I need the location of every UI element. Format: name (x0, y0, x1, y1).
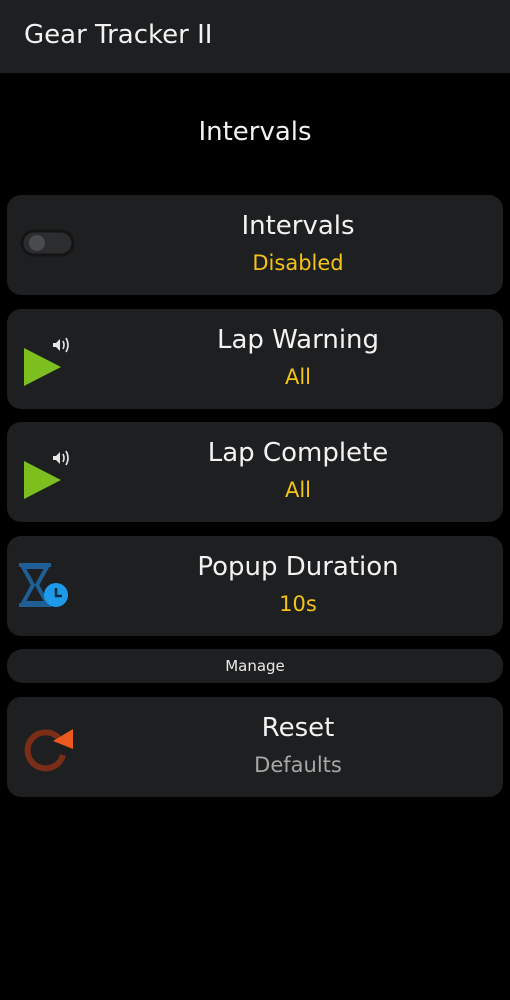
intervals-text: Intervals Disabled (87, 208, 509, 279)
intervals-label: Intervals (241, 211, 355, 241)
manage-button[interactable]: Manage (7, 649, 503, 683)
page-title: Intervals (198, 117, 312, 147)
popup-duration-value: 10s (279, 592, 317, 616)
app-title: Gear Tracker II (24, 20, 213, 50)
intervals-setting-card[interactable]: Intervals Disabled (7, 195, 503, 295)
reset-value: Defaults (254, 753, 342, 777)
lap-complete-label: Lap Complete (207, 438, 389, 468)
popup-duration-label: Popup Duration (197, 552, 399, 582)
popup-duration-setting-card[interactable]: Popup Duration 10s (7, 536, 503, 636)
popup-duration-text: Popup Duration 10s (87, 549, 509, 620)
reset-setting-card[interactable]: Reset Defaults (7, 697, 503, 797)
lap-warning-setting-card[interactable]: Lap Warning All (7, 309, 503, 409)
reset-text: Reset Defaults (87, 710, 509, 781)
lap-complete-value: All (284, 478, 312, 502)
reset-icon (19, 719, 79, 777)
toggle-off-icon[interactable] (19, 225, 76, 261)
lap-complete-setting-card[interactable]: Lap Complete All (7, 422, 503, 522)
app-bar: Gear Tracker II (0, 0, 510, 73)
intervals-value: Disabled (252, 251, 344, 275)
lap-warning-label: Lap Warning (216, 325, 380, 355)
lap-complete-text: Lap Complete All (87, 435, 509, 506)
play-sound-icon (19, 444, 79, 502)
hourglass-clock-icon (19, 558, 79, 616)
play-sound-icon (19, 331, 79, 389)
lap-warning-text: Lap Warning All (87, 322, 509, 393)
reset-label: Reset (261, 713, 335, 743)
lap-warning-value: All (284, 365, 312, 389)
